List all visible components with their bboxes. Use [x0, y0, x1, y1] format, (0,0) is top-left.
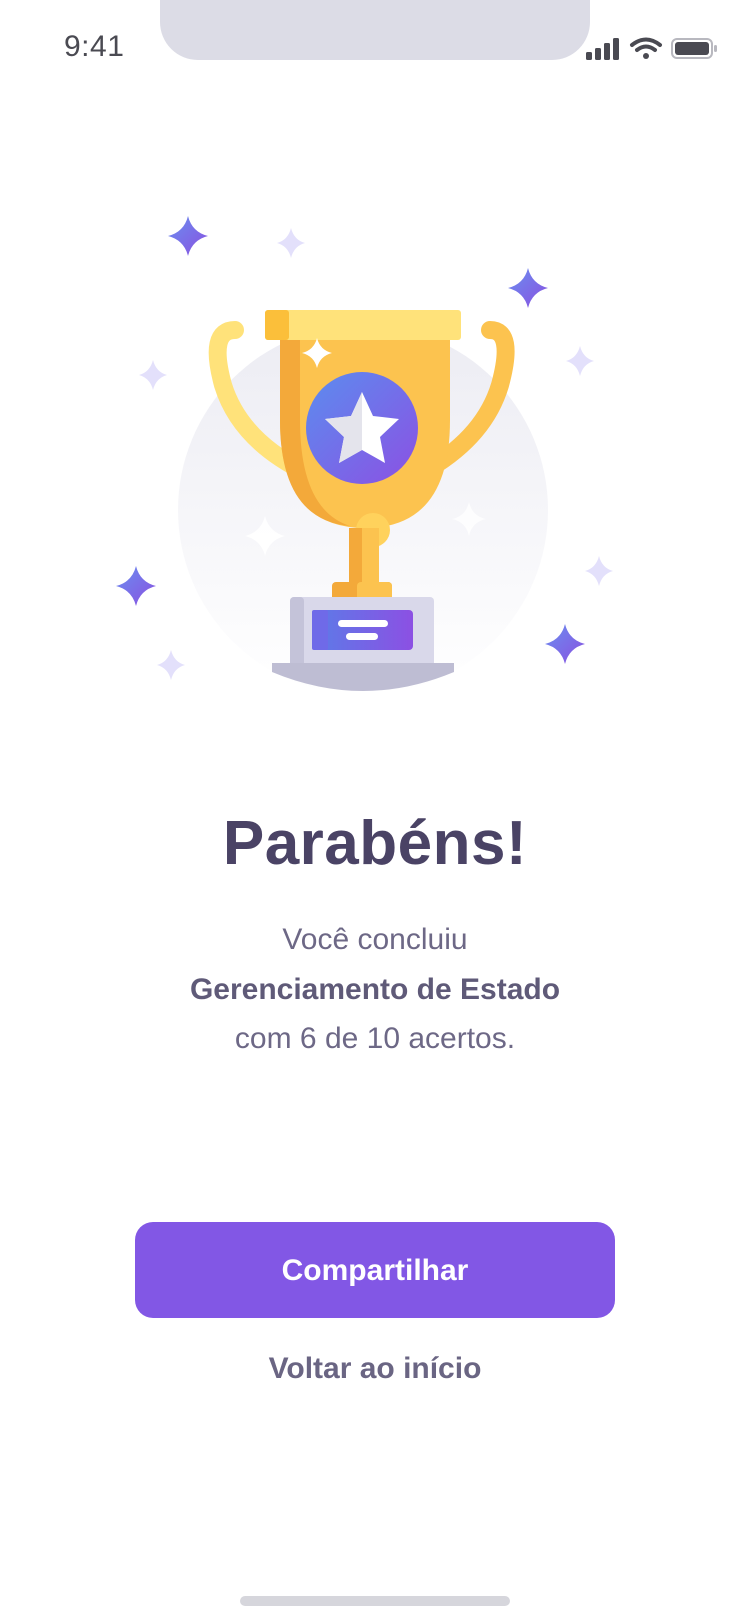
result-screen: 9:41 Parabéns! Você concluiu Gerenciamen…: [0, 0, 750, 1624]
cellular-signal-icon: [586, 38, 619, 60]
completion-text: Você concluiu: [282, 923, 468, 956]
share-button[interactable]: Compartilhar: [135, 1222, 615, 1318]
status-icons: [580, 36, 720, 62]
wifi-icon: [630, 37, 662, 59]
home-indicator: [240, 1596, 510, 1606]
score-text: com 6 de 10 acertos.: [234, 1022, 516, 1055]
page-title: Parabéns!: [222, 809, 528, 878]
battery-icon: [671, 38, 717, 59]
trophy-illustration: [100, 210, 650, 730]
device-notch: [160, 0, 590, 60]
status-time: 9:41: [64, 30, 125, 63]
quiz-name: Gerenciamento de Estado: [189, 973, 561, 1006]
star-icon: [306, 372, 418, 484]
back-to-home-link[interactable]: Voltar ao início: [0, 1352, 750, 1386]
